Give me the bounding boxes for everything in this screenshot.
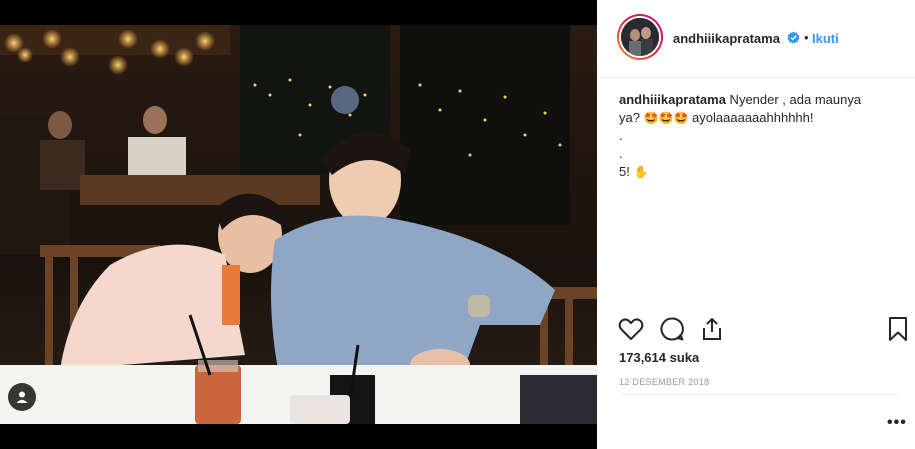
post-date[interactable]: 12 DESEMBER 2018 xyxy=(619,377,709,387)
caption-username[interactable]: andhiiikapratama xyxy=(619,92,726,107)
star-struck-emoji: 🤩 xyxy=(643,111,659,125)
share-icon[interactable] xyxy=(698,315,726,343)
action-bar xyxy=(597,315,915,345)
like-count[interactable]: 173,614 suka xyxy=(619,350,699,365)
caption-line-4: . xyxy=(619,146,623,161)
caption-line-2: ya? 🤩🤩🤩 ayolaaaaaaahhhhhh! xyxy=(619,109,889,127)
caption-line-1: andhiiikapratama Nyender , ada maunya xyxy=(619,91,889,109)
header-username[interactable]: andhiiikapratama xyxy=(673,31,780,46)
star-struck-emoji: 🤩 xyxy=(658,111,674,125)
caption-text: ya? xyxy=(619,110,644,125)
divider xyxy=(619,394,899,395)
star-struck-emoji: 🤩 xyxy=(673,111,689,125)
more-options-button[interactable]: ••• xyxy=(887,414,907,432)
caption-line-5: 5! ✋ xyxy=(619,163,889,181)
caption-text: Nyender , ada maunya xyxy=(725,92,862,107)
caption-text: 5! xyxy=(619,164,634,179)
caption-line-3: . xyxy=(619,128,623,143)
post-media xyxy=(0,0,597,449)
user-tag-button[interactable] xyxy=(8,383,36,411)
caption-text: ayolaaaaaaahhhhhh! xyxy=(688,110,814,125)
user-tag-icon xyxy=(16,391,28,403)
caption: andhiiikapratama Nyender , ada maunya ya… xyxy=(619,91,889,181)
post-header: andhiiikapratama • Ikuti xyxy=(597,0,915,78)
heart-icon[interactable] xyxy=(617,315,645,343)
follow-button[interactable]: Ikuti xyxy=(812,31,839,46)
verified-badge-icon xyxy=(787,31,800,44)
avatar[interactable] xyxy=(621,18,659,56)
bookmark-icon[interactable] xyxy=(884,315,912,343)
raised-hand-emoji: ✋ xyxy=(633,165,649,179)
post-photo[interactable] xyxy=(0,25,597,424)
header-separator: • xyxy=(804,30,809,45)
post-side-panel: andhiiikapratama • Ikuti andhiiikapratam… xyxy=(597,0,915,449)
story-ring[interactable] xyxy=(617,14,663,60)
comment-icon[interactable] xyxy=(658,315,686,343)
